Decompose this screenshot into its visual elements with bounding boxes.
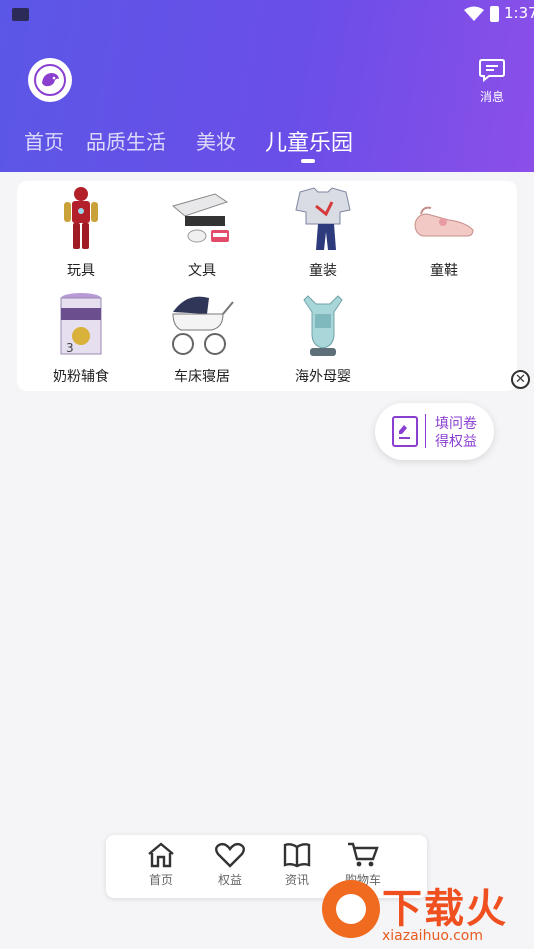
status-time: 1:37 bbox=[504, 4, 534, 22]
survey-badge[interactable]: 填问卷 得权益 bbox=[375, 403, 494, 460]
notification-icon bbox=[12, 8, 29, 21]
watermark-logo-inner bbox=[336, 894, 366, 924]
nav-label: 权益 bbox=[217, 873, 242, 887]
category-toys[interactable]: 玩具 bbox=[25, 184, 137, 280]
category-label: 文具 bbox=[188, 263, 216, 279]
watermark-title: 下载火 bbox=[382, 886, 508, 932]
survey-line-1: 填问卷 bbox=[435, 416, 477, 432]
tab-kids-park[interactable]: 儿童乐园 bbox=[265, 125, 353, 157]
app-logo[interactable] bbox=[28, 58, 72, 102]
tab-quality-life[interactable]: 品质生活 bbox=[86, 126, 166, 155]
nav-label: 首页 bbox=[148, 873, 173, 887]
category-label: 海外母婴 bbox=[295, 369, 351, 385]
survey-edit-icon bbox=[392, 416, 418, 447]
milk-powder-icon: 3 bbox=[46, 290, 116, 360]
toy-figure-icon bbox=[46, 184, 116, 254]
watermark: 下载火 xiazaihuo.com bbox=[312, 876, 534, 949]
category-label: 玩具 bbox=[67, 263, 95, 279]
cart-icon bbox=[348, 842, 379, 867]
category-stroller-bedding[interactable]: 车床寝居 bbox=[146, 290, 258, 386]
sheep-logo-icon bbox=[34, 64, 66, 96]
kids-shoe-icon bbox=[409, 184, 479, 254]
home-icon bbox=[148, 842, 174, 868]
category-stationery[interactable]: 文具 bbox=[146, 184, 258, 280]
survey-line-2: 得权益 bbox=[435, 434, 477, 450]
stationery-icon bbox=[167, 184, 237, 254]
tab-beauty[interactable]: 美妆 bbox=[196, 126, 236, 155]
wifi-icon bbox=[464, 6, 484, 21]
active-tab-indicator bbox=[301, 159, 315, 163]
category-grid: 玩具 文具 童装 童鞋 3 奶粉辅食 车床寝居 海外母婴 bbox=[17, 181, 517, 391]
book-icon bbox=[283, 843, 311, 868]
baby-carrier-icon bbox=[288, 290, 358, 360]
nav-home[interactable]: 首页 bbox=[136, 842, 186, 888]
category-label: 童鞋 bbox=[430, 263, 458, 279]
message-icon bbox=[479, 59, 505, 82]
stroller-icon bbox=[167, 290, 237, 360]
category-tabs: 首页 品质生活 美妆 儿童乐园 bbox=[0, 126, 534, 166]
category-overseas-baby[interactable]: 海外母婴 bbox=[267, 290, 379, 386]
category-kids-clothing[interactable]: 童装 bbox=[267, 184, 379, 280]
kids-clothing-icon bbox=[288, 184, 358, 254]
status-bar: 1:37 bbox=[0, 0, 534, 30]
category-kids-shoes[interactable]: 童鞋 bbox=[388, 184, 500, 280]
heart-icon bbox=[215, 842, 245, 868]
svg-text:3: 3 bbox=[66, 341, 74, 355]
message-label: 消息 bbox=[479, 90, 504, 104]
message-button[interactable]: 消息 bbox=[470, 58, 514, 105]
category-label: 童装 bbox=[309, 263, 337, 279]
watermark-url: xiazaihuo.com bbox=[382, 928, 483, 944]
battery-icon bbox=[490, 6, 499, 22]
close-icon[interactable]: ✕ bbox=[511, 370, 530, 389]
category-milk-powder[interactable]: 3 奶粉辅食 bbox=[25, 290, 137, 386]
tab-home[interactable]: 首页 bbox=[24, 126, 64, 155]
nav-benefits[interactable]: 权益 bbox=[205, 842, 255, 888]
category-label: 车床寝居 bbox=[174, 369, 230, 385]
header: 1:37 消息 首页 品质生活 美妆 儿童乐园 bbox=[0, 0, 534, 172]
category-label: 奶粉辅食 bbox=[53, 369, 109, 385]
survey-divider bbox=[425, 414, 426, 448]
